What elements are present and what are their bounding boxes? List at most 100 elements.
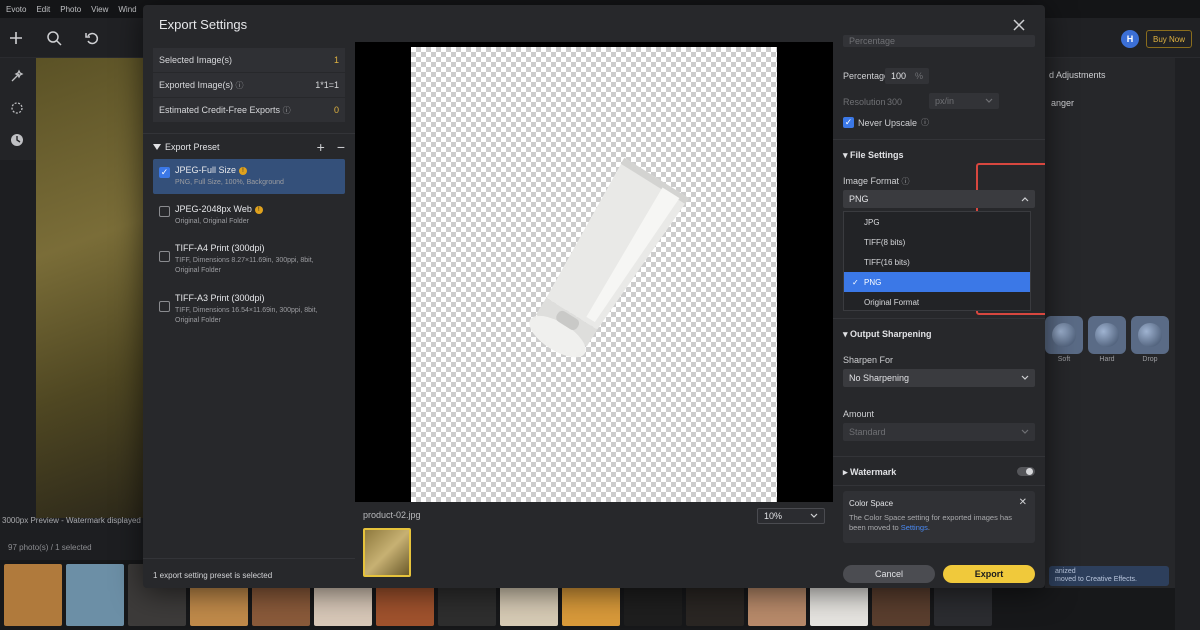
export-button[interactable]: Export: [943, 565, 1035, 583]
watermark-toggle[interactable]: [1017, 467, 1035, 476]
format-option-label: TIFF(16 bits): [864, 257, 910, 267]
info-label: Exported Image(s): [159, 79, 234, 90]
tone-label: Hard: [1099, 356, 1115, 363]
background-photo: [36, 58, 146, 518]
left-tool-rail: [0, 58, 36, 160]
preset-checkbox[interactable]: [159, 301, 170, 312]
preset-desc: TIFF, Dimensions 16.54×11.69in, 300ppi, …: [175, 307, 318, 324]
info-icon[interactable]: ⓘ: [236, 81, 244, 90]
image-format-select[interactable]: PNG: [843, 190, 1035, 208]
film-thumb[interactable]: [66, 564, 124, 626]
info-icon[interactable]: ⓘ: [902, 177, 910, 186]
adjust-title: d Adjustments: [1049, 70, 1106, 80]
close-icon[interactable]: ✕: [1019, 497, 1027, 508]
check-icon: ✓: [852, 277, 859, 287]
preset-desc: Original, Original Folder: [175, 218, 249, 225]
tone-drop[interactable]: [1131, 316, 1169, 354]
export-settings-dialog: Export Settings Selected Image(s) 1 Expo…: [143, 5, 1045, 588]
image-format-value: PNG: [849, 194, 869, 204]
preset-desc: TIFF, Dimensions 8.27×11.69in, 300ppi, 8…: [175, 257, 314, 274]
preview-caption: 3000px Preview - Watermark displayed: [2, 516, 141, 525]
color-space-message: The Color Space setting for exported ima…: [849, 513, 1013, 532]
product-image: [529, 157, 689, 358]
amount-select[interactable]: Standard: [843, 423, 1035, 441]
history-icon[interactable]: [9, 132, 25, 148]
selected-thumbnail[interactable]: [363, 528, 411, 577]
tone-label: Drop: [1142, 356, 1158, 363]
dialog-title: Export Settings: [159, 17, 248, 32]
info-icon[interactable]: ⓘ: [283, 106, 291, 115]
info-label: Selected Image(s): [159, 55, 233, 65]
tone-label: Soft: [1057, 356, 1071, 363]
format-option-jpg[interactable]: JPG: [844, 212, 1030, 232]
preset-checkbox[interactable]: [159, 251, 170, 262]
cancel-button[interactable]: Cancel: [843, 565, 935, 583]
preset-checkbox[interactable]: ✓: [159, 167, 170, 178]
divider: [833, 485, 1045, 486]
search-icon[interactable]: [46, 30, 62, 46]
avatar[interactable]: H: [1121, 30, 1139, 48]
format-option-original[interactable]: Original Format: [844, 292, 1030, 312]
preset-name: TIFF-A3 Print (300dpi): [175, 293, 265, 303]
menu-edit[interactable]: Edit: [36, 5, 50, 14]
amount-label: Amount: [843, 409, 875, 419]
watermark-header[interactable]: ▸ Watermark: [843, 467, 896, 478]
format-option-label: PNG: [864, 277, 882, 287]
preset-tiff-a3[interactable]: TIFF-A3 Print (300dpi) TIFF, Dimensions …: [153, 287, 345, 332]
film-thumb[interactable]: [4, 564, 62, 626]
format-option-label: JPG: [864, 217, 880, 227]
divider: [833, 318, 1045, 319]
tone-hard[interactable]: [1088, 316, 1126, 354]
format-option-png[interactable]: ✓ PNG: [844, 272, 1030, 292]
caret-down-icon: [153, 143, 161, 150]
preset-checkbox[interactable]: [159, 206, 170, 217]
sharpen-for-select[interactable]: No Sharpening: [843, 369, 1035, 387]
image-format-label-text: Image Format: [843, 176, 900, 186]
preview-area: [355, 42, 833, 502]
adjustments-panel: anger Soft Hard Drop anized moved to Cre…: [1045, 58, 1175, 588]
preset-header[interactable]: Export Preset + −: [143, 133, 355, 159]
close-button[interactable]: [1009, 15, 1029, 35]
preset-jpeg-full[interactable]: ✓ JPEG-Full Size! PNG, Full Size, 100%, …: [153, 159, 345, 194]
info-value: 1: [333, 55, 339, 65]
zoom-select[interactable]: 10%: [757, 508, 825, 524]
transparency-checker: [411, 47, 777, 502]
format-option-tiff16[interactable]: TIFF(16 bits): [844, 252, 1030, 272]
add-preset-icon[interactable]: +: [317, 139, 325, 155]
menu-photo[interactable]: Photo: [60, 5, 81, 14]
preset-desc: PNG, Full Size, 100%, Background: [175, 179, 284, 186]
info-value: 0: [333, 105, 339, 115]
menu-view[interactable]: View: [91, 5, 108, 14]
preset-name: JPEG-2048px Web: [175, 204, 252, 214]
notice-banner: anized moved to Creative Effects.: [1049, 566, 1169, 586]
info-label: Estimated Credit-Free Exports: [159, 104, 281, 115]
exported-images-row: Exported Image(s) ⓘ 1*1=1: [153, 73, 345, 97]
photo-count: 97 photo(s) / 1 selected: [8, 543, 92, 552]
magic-icon[interactable]: [9, 68, 25, 84]
buy-now-button[interactable]: Buy Now: [1146, 30, 1192, 48]
output-sharpening-label: Output Sharpening: [850, 329, 932, 339]
chevron-up-icon: [1021, 197, 1029, 202]
preset-status: 1 export setting preset is selected: [143, 558, 355, 588]
preset-jpeg-2048[interactable]: JPEG-2048px Web! Original, Original Fold…: [153, 198, 345, 233]
output-sharpening-header[interactable]: ▾ Output Sharpening: [843, 329, 932, 340]
credit-free-row: Estimated Credit-Free Exports ⓘ 0: [153, 98, 345, 122]
chevron-down-icon: [1021, 375, 1029, 380]
preset-tiff-a4[interactable]: TIFF-A4 Print (300dpi) TIFF, Dimensions …: [153, 237, 345, 282]
preset-name: TIFF-A4 Print (300dpi): [175, 243, 265, 253]
menu-app[interactable]: Evoto: [6, 5, 26, 14]
filter-icon[interactable]: [9, 100, 25, 116]
undo-icon[interactable]: [84, 30, 100, 46]
sharpen-for-label: Sharpen For: [843, 355, 894, 365]
format-option-tiff8[interactable]: TIFF(8 bits): [844, 232, 1030, 252]
menu-window[interactable]: Wind: [118, 5, 136, 14]
sharpen-for-value: No Sharpening: [849, 373, 910, 383]
notice-text-2: moved to Creative Effects.: [1055, 576, 1137, 583]
settings-link[interactable]: Settings: [901, 523, 928, 532]
amount-value: Standard: [849, 427, 886, 437]
tone-soft[interactable]: [1045, 316, 1083, 354]
remove-preset-icon[interactable]: −: [337, 139, 345, 155]
add-icon[interactable]: [8, 30, 24, 46]
zoom-value: 10%: [764, 511, 783, 521]
right-tool-rail: [1175, 58, 1200, 630]
